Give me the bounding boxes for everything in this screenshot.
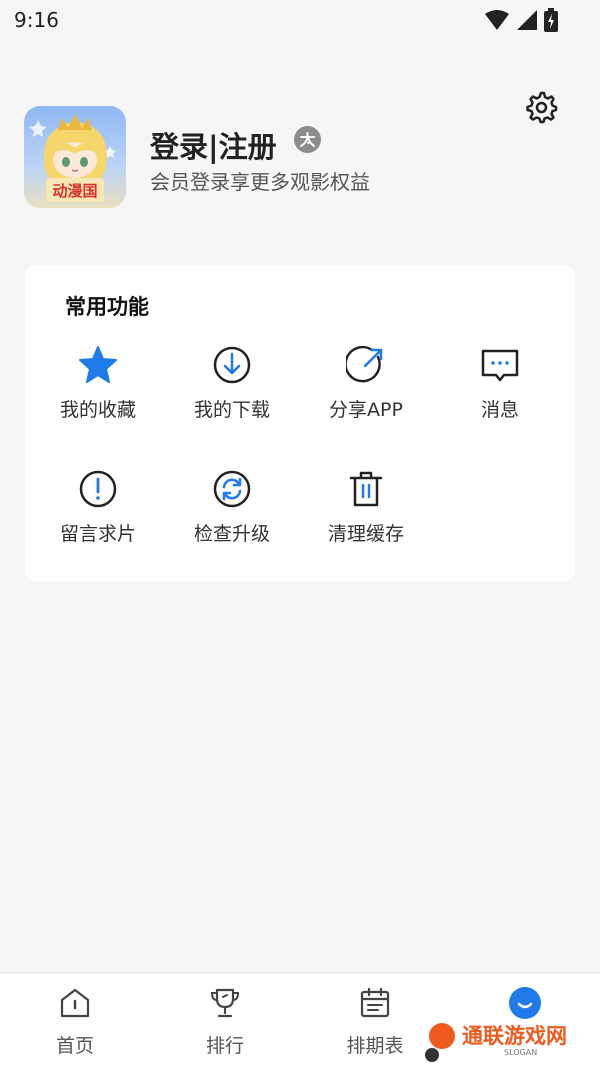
favorites-button[interactable]: 我的收藏	[31, 345, 165, 435]
request-movie-label: 留言求片	[59, 523, 136, 545]
downloads-label: 我的下载	[193, 399, 270, 421]
messages-label: 消息	[480, 399, 519, 421]
avatar-text: 动漫国	[52, 182, 97, 200]
nav-home-label: 首页	[55, 1035, 94, 1057]
vip-badge	[294, 126, 321, 153]
battery-icon	[544, 8, 558, 32]
exclamation-icon	[78, 469, 118, 509]
nav-home[interactable]: 首页	[15, 985, 135, 1059]
login-subtitle: 会员登录享更多观影权益	[150, 170, 370, 194]
settings-button[interactable]	[522, 88, 562, 128]
request-movie-button[interactable]: 留言求片	[31, 469, 165, 559]
download-icon	[212, 345, 252, 385]
watermark: 通联游戏网 SLOGAN	[420, 1014, 600, 1066]
nav-ranking-label: 排行	[205, 1035, 244, 1057]
vip-badge-icon	[300, 132, 315, 147]
card-title: 常用功能	[65, 295, 149, 319]
nav-schedule-label: 排期表	[346, 1035, 404, 1057]
message-icon	[480, 345, 520, 385]
watermark-logo-icon	[425, 1023, 455, 1062]
watermark-text: 通联游戏网	[462, 1024, 567, 1048]
status-bar: 9:16	[0, 0, 600, 40]
downloads-button[interactable]: 我的下载	[165, 345, 299, 435]
check-update-button[interactable]: 检查升级	[165, 469, 299, 559]
avatar-illustration: 动漫国	[29, 114, 116, 202]
messages-button[interactable]: 消息	[433, 345, 567, 435]
login-register-link[interactable]: 登录|注册	[150, 124, 277, 166]
share-app-label: 分享APP	[329, 399, 403, 421]
share-icon	[346, 345, 386, 385]
star-icon	[78, 345, 118, 385]
wifi-icon	[485, 10, 509, 30]
status-icons	[484, 8, 558, 32]
signal-icon	[517, 10, 537, 30]
common-functions-card: 常用功能 我的收藏 我的下载 分享APP 消息 留言求片 检查升级 清理缓存	[25, 265, 575, 581]
check-update-label: 检查升级	[193, 523, 270, 545]
clear-cache-button[interactable]: 清理缓存	[299, 469, 433, 559]
home-icon	[57, 985, 93, 1021]
nav-schedule[interactable]: 排期表	[315, 985, 435, 1059]
share-app-button[interactable]: 分享APP	[299, 345, 433, 435]
calendar-icon	[357, 985, 393, 1021]
clear-cache-label: 清理缓存	[327, 523, 404, 545]
nav-ranking[interactable]: 排行	[165, 985, 285, 1059]
trash-icon	[346, 469, 386, 509]
avatar[interactable]: 动漫国	[24, 106, 126, 208]
gear-icon	[526, 91, 558, 124]
refresh-icon	[212, 469, 252, 509]
favorites-label: 我的收藏	[59, 399, 136, 421]
trophy-icon	[207, 985, 243, 1021]
watermark-sub: SLOGAN	[504, 1048, 538, 1057]
status-time: 9:16	[14, 8, 59, 32]
